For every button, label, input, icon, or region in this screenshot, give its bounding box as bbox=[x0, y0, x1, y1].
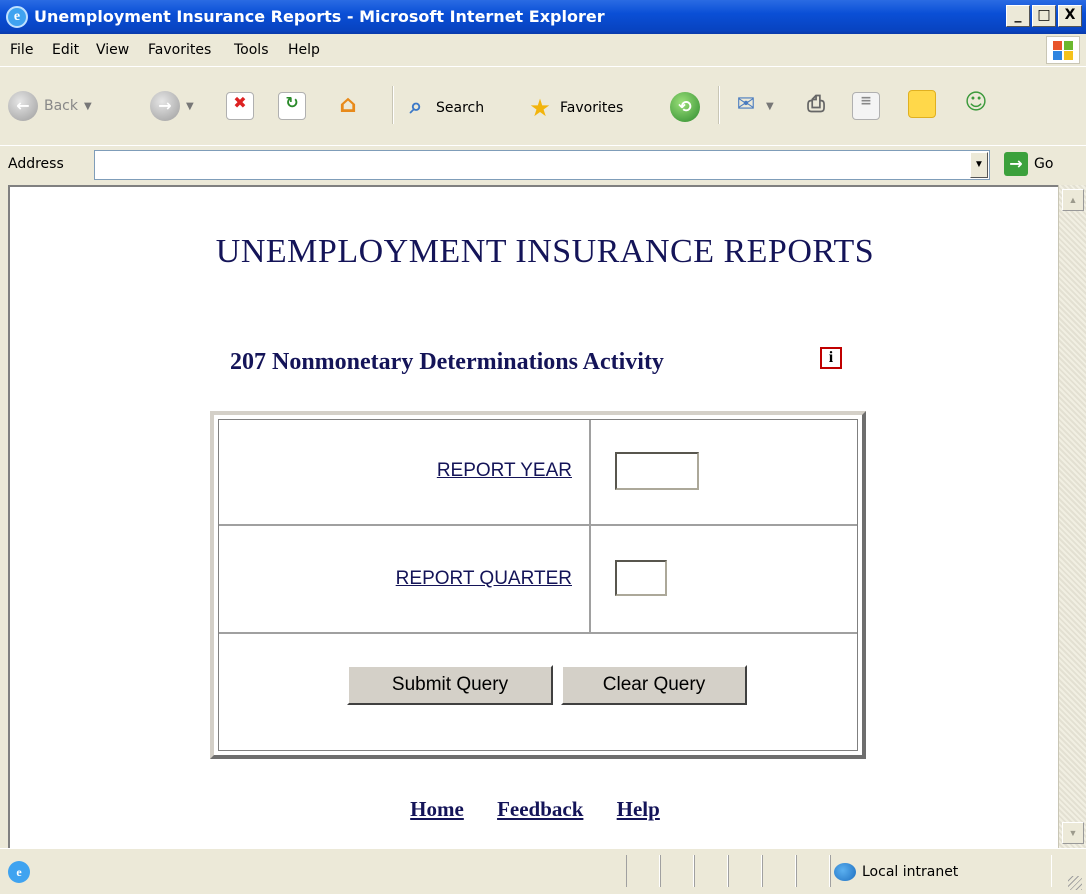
favorites-button[interactable]: ★ Favorites bbox=[526, 94, 623, 122]
clear-query-button[interactable]: Clear Query bbox=[561, 665, 747, 705]
report-year-input[interactable] bbox=[615, 452, 699, 490]
query-form: REPORT YEAR REPORT QUARTER Submit Query … bbox=[210, 411, 866, 759]
mail-dropdown-icon: ▼ bbox=[766, 100, 774, 112]
status-cell bbox=[796, 855, 830, 887]
footer-links: Home Feedback Help bbox=[10, 797, 1058, 822]
favorites-label: Favorites bbox=[560, 100, 624, 116]
messenger-button[interactable]: ☺ bbox=[962, 90, 990, 118]
menu-file[interactable]: File bbox=[10, 42, 33, 58]
history-icon: ⟲ bbox=[670, 92, 700, 122]
local-intranet-icon bbox=[834, 863, 856, 881]
edit-page-icon: ≡ bbox=[852, 92, 880, 120]
toolbar-separator bbox=[392, 86, 394, 124]
back-button[interactable]: ← Back ▼ bbox=[8, 91, 92, 121]
menu-tools[interactable]: Tools bbox=[234, 42, 269, 58]
page-title: UNEMPLOYMENT INSURANCE REPORTS bbox=[215, 233, 875, 270]
status-cell bbox=[728, 855, 762, 887]
note-icon bbox=[908, 90, 936, 118]
forward-dropdown-icon: ▼ bbox=[186, 100, 194, 112]
stop-button[interactable]: ✖ bbox=[226, 92, 254, 120]
refresh-icon: ↻ bbox=[278, 92, 306, 120]
scroll-up-icon[interactable]: ▲ bbox=[1062, 189, 1084, 211]
feedback-link[interactable]: Feedback bbox=[497, 797, 583, 821]
status-bar: e Local intranet bbox=[0, 848, 1086, 894]
search-button[interactable]: ⌕ Search bbox=[402, 94, 484, 122]
edit-button[interactable]: ≡ bbox=[852, 92, 880, 120]
back-arrow-icon: ← bbox=[8, 91, 38, 121]
menu-favorites[interactable]: Favorites bbox=[148, 42, 211, 58]
report-quarter-input[interactable] bbox=[615, 560, 667, 596]
status-cell bbox=[626, 855, 660, 887]
vertical-scrollbar[interactable]: ▲ ▼ bbox=[1058, 185, 1086, 848]
windows-flag-icon bbox=[1046, 36, 1080, 64]
scroll-down-icon[interactable]: ▼ bbox=[1062, 822, 1084, 844]
address-input[interactable] bbox=[94, 150, 990, 180]
go-arrow-icon: → bbox=[1004, 152, 1028, 176]
go-label: Go bbox=[1034, 156, 1054, 172]
search-icon: ⌕ bbox=[409, 94, 423, 119]
menu-bar: File Edit View Favorites Tools Help bbox=[0, 34, 1086, 67]
window-title: Unemployment Insurance Reports - Microso… bbox=[34, 7, 605, 26]
minimize-button[interactable]: _ bbox=[1006, 5, 1030, 27]
table-divider bbox=[219, 524, 857, 526]
page-status-icon: e bbox=[8, 861, 30, 883]
report-subtitle: 207 Nonmonetary Determinations Activity bbox=[230, 349, 664, 375]
report-year-label[interactable]: REPORT YEAR bbox=[437, 460, 572, 482]
status-cell bbox=[694, 855, 728, 887]
menu-help[interactable]: Help bbox=[288, 42, 320, 58]
forward-button[interactable]: → ▼ bbox=[150, 91, 194, 121]
table-divider bbox=[219, 632, 857, 634]
table-divider bbox=[589, 420, 591, 634]
zone-label: Local intranet bbox=[862, 864, 959, 880]
query-form-table: REPORT YEAR REPORT QUARTER Submit Query … bbox=[218, 419, 858, 751]
messenger-icon: ☺ bbox=[964, 90, 988, 115]
page-viewport: UNEMPLOYMENT INSURANCE REPORTS 207 Nonmo… bbox=[8, 185, 1058, 848]
security-zone: Local intranet bbox=[834, 863, 958, 881]
refresh-button[interactable]: ↻ bbox=[278, 92, 306, 120]
mail-button[interactable]: ✉ ▼ bbox=[732, 92, 774, 120]
help-link[interactable]: Help bbox=[617, 797, 660, 821]
back-label: Back bbox=[44, 98, 78, 114]
report-quarter-label[interactable]: REPORT QUARTER bbox=[396, 568, 572, 590]
window-controls: _ □ X bbox=[1006, 5, 1082, 27]
info-icon[interactable]: i bbox=[820, 347, 842, 369]
print-button[interactable]: ⎙ bbox=[802, 92, 830, 120]
title-bar: e Unemployment Insurance Reports - Micro… bbox=[0, 0, 1086, 34]
ie-logo-icon: e bbox=[6, 6, 28, 28]
history-button[interactable]: ⟲ bbox=[670, 92, 700, 122]
home-icon: ⌂ bbox=[339, 90, 357, 118]
submit-query-button[interactable]: Submit Query bbox=[347, 665, 553, 705]
home-button[interactable]: ⌂ bbox=[334, 90, 362, 118]
menu-view[interactable]: View bbox=[96, 42, 129, 58]
address-dropdown-icon[interactable]: ▼ bbox=[970, 152, 988, 178]
discuss-button[interactable] bbox=[908, 90, 936, 118]
close-button[interactable]: X bbox=[1058, 5, 1082, 27]
back-dropdown-icon: ▼ bbox=[84, 100, 92, 112]
mail-icon: ✉ bbox=[736, 92, 756, 117]
forward-arrow-icon: → bbox=[150, 91, 180, 121]
maximize-button[interactable]: □ bbox=[1032, 5, 1056, 27]
print-icon: ⎙ bbox=[807, 92, 825, 117]
status-cell bbox=[660, 855, 694, 887]
address-bar: Address ▼ → Go bbox=[0, 145, 1086, 184]
search-label: Search bbox=[436, 100, 485, 116]
address-label: Address bbox=[8, 156, 64, 172]
status-cell bbox=[762, 855, 796, 887]
go-button[interactable]: → Go bbox=[1004, 152, 1053, 176]
toolbar-separator bbox=[718, 86, 720, 124]
stop-icon: ✖ bbox=[226, 92, 254, 120]
resize-grip-icon[interactable] bbox=[1068, 876, 1082, 890]
home-link[interactable]: Home bbox=[410, 797, 464, 821]
favorites-star-icon: ★ bbox=[529, 94, 551, 122]
menu-edit[interactable]: Edit bbox=[52, 42, 79, 58]
